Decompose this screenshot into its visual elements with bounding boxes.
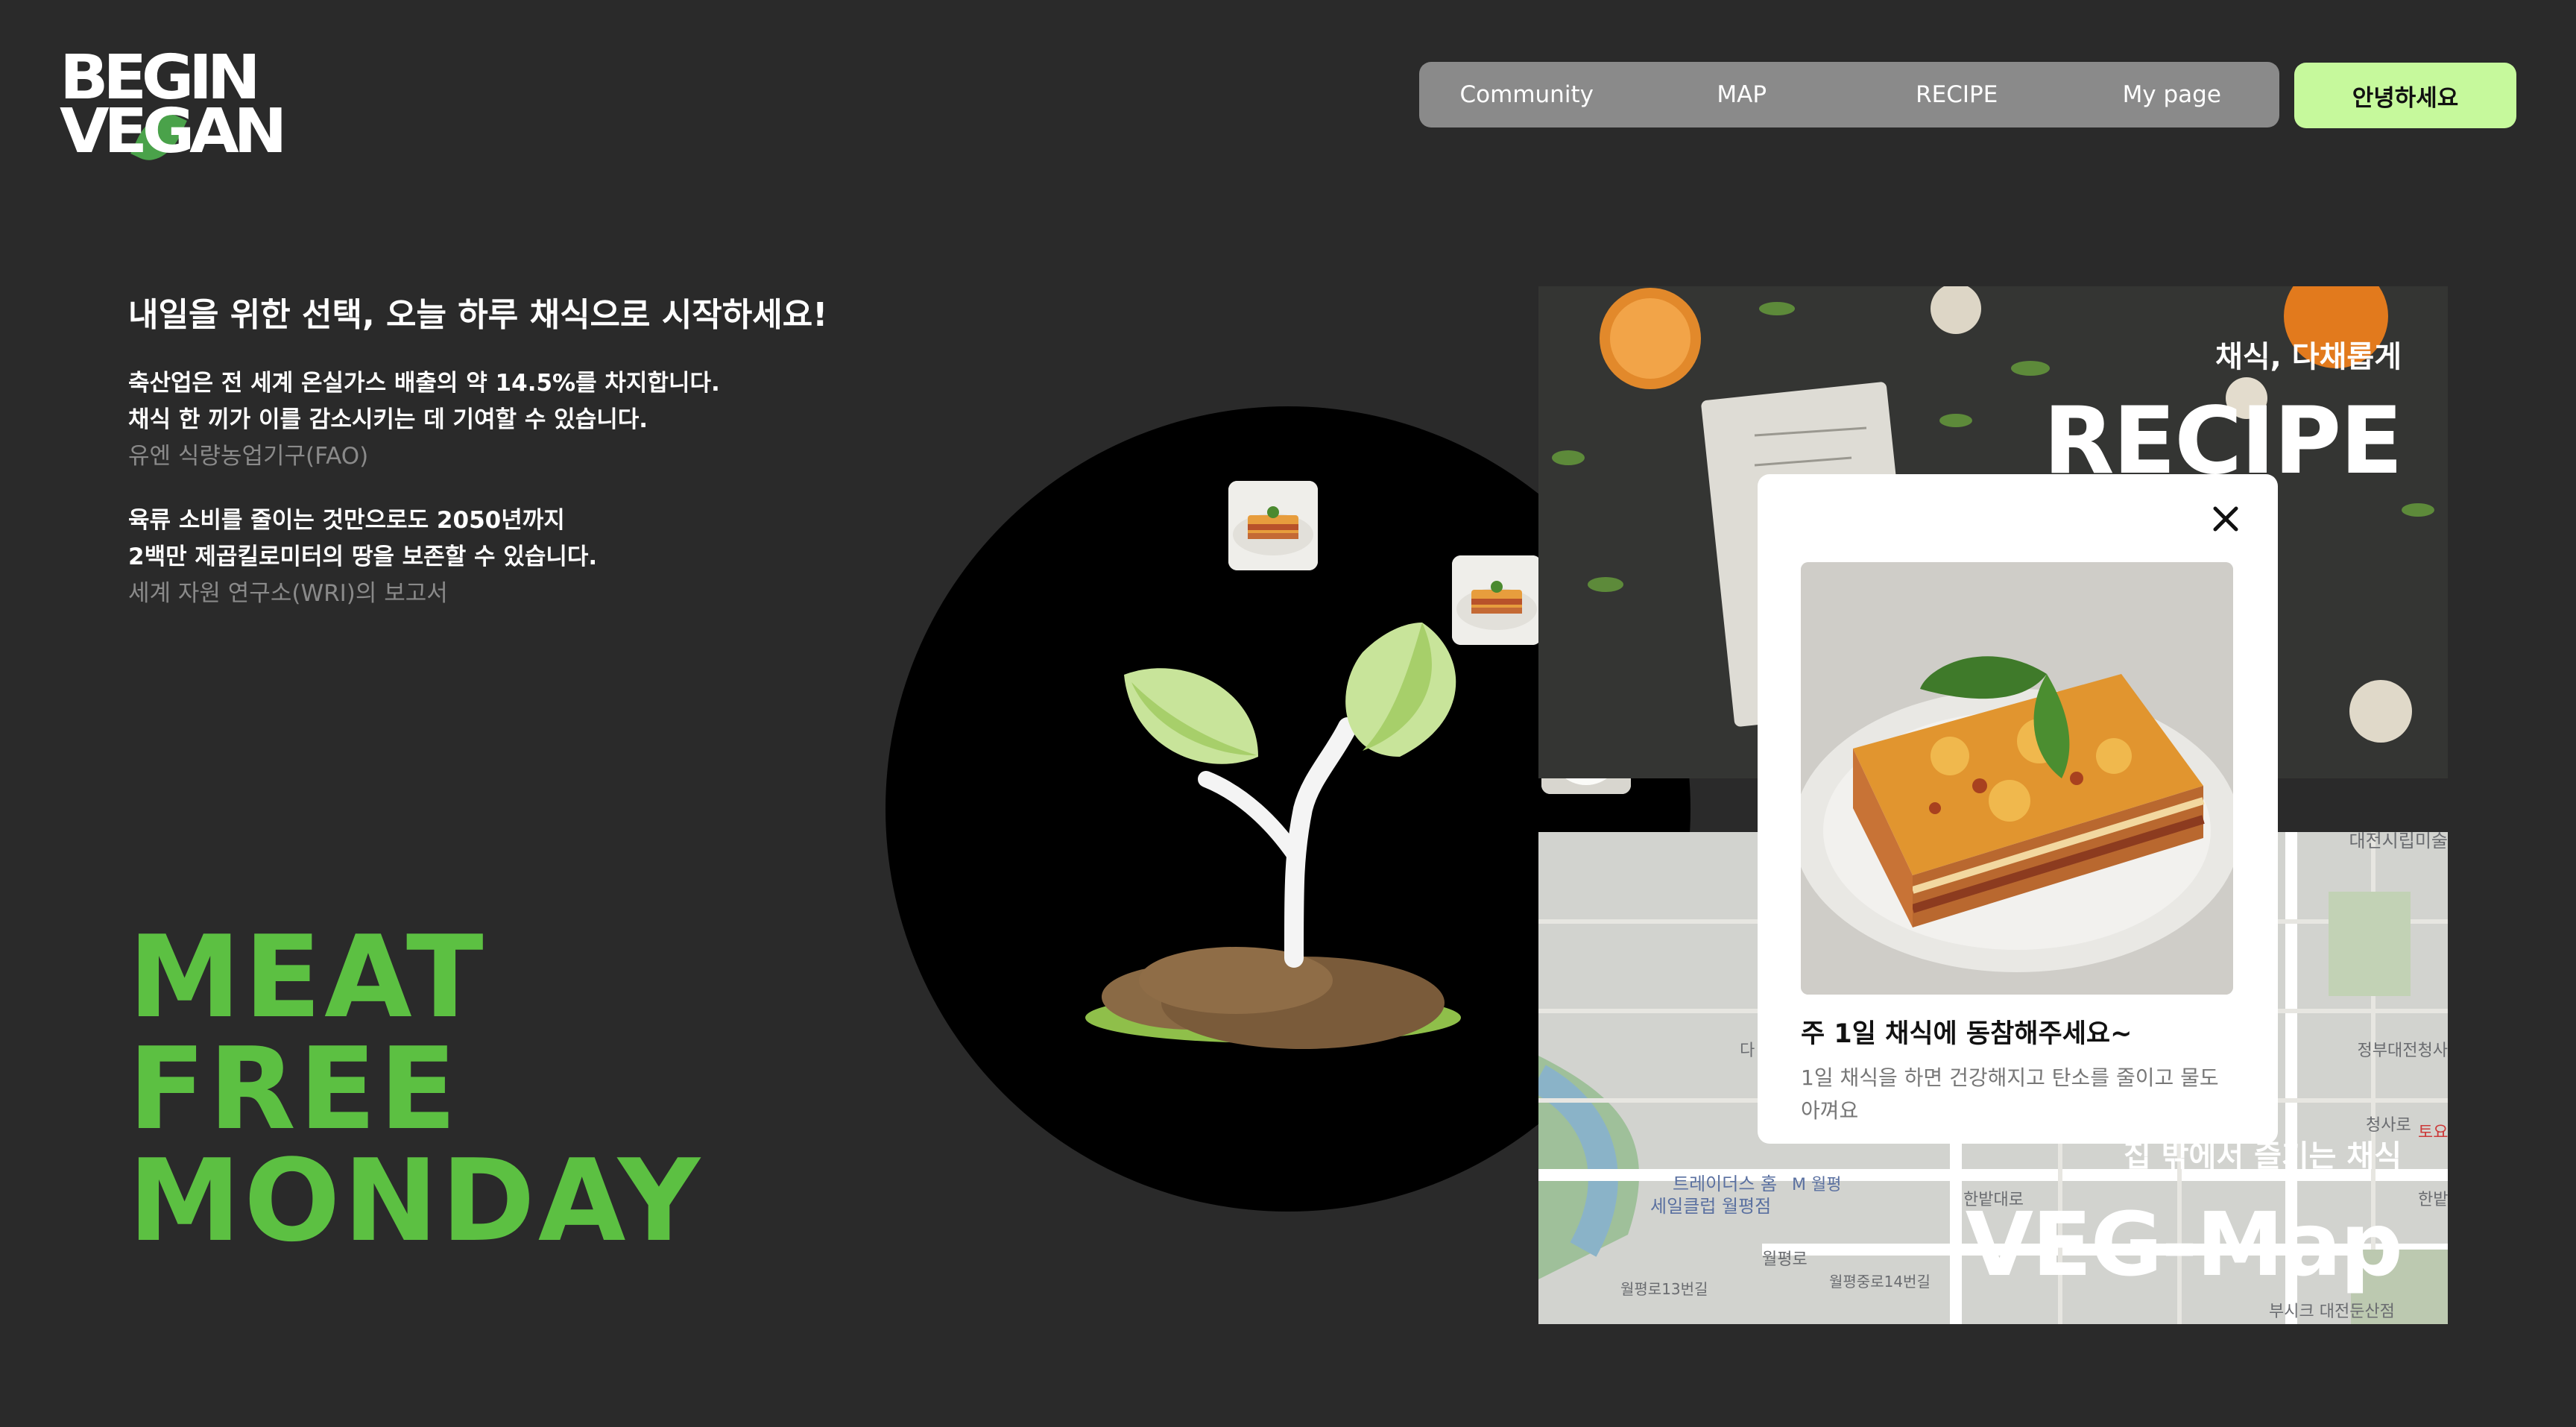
main-nav: Community MAP RECIPE My page (1419, 62, 2279, 127)
map-label: 대전시립미술 (2349, 832, 2448, 851)
map-label: 트레이더스 홈 (1673, 1174, 1777, 1194)
fact-source: 세계 자원 연구소(WRI)의 보고서 (128, 580, 448, 607)
logo-line-2: VEGAN (60, 96, 287, 167)
fact-block-fao: 축산업은 전 세계 온실가스 배출의 약 14.5%를 차지합니다. 채식 한 … (128, 365, 720, 475)
veg-map-title: VEG-Map (1965, 1193, 2403, 1296)
nav-item-my-page[interactable]: My page (2065, 81, 2280, 108)
popup-title: 주 1일 채식에 동참해주세요~ (1801, 1019, 2133, 1049)
fact-line: 2백만 제곱킬로미터의 땅을 보존할 수 있습니다. (128, 544, 598, 570)
slogan-word: MONDAY (128, 1135, 704, 1267)
map-label: 월평중로14번길 (1829, 1273, 1931, 1291)
nav-item-map[interactable]: MAP (1635, 81, 1850, 108)
fact-line: 축산업은 전 세계 온실가스 배출의 약 14.5%를 차지합니다. (128, 370, 720, 397)
close-icon[interactable] (2211, 504, 2241, 534)
map-label: 한밭 (2418, 1191, 2448, 1209)
recipe-subtitle: 채식, 다채롭게 (2215, 340, 2402, 374)
lasagna-thumbnail[interactable] (1452, 555, 1541, 645)
recipe-popup: 주 1일 채식에 동참해주세요~ 1일 채식을 하면 건강해지고 탄소를 줄이고… (1758, 474, 2278, 1144)
fact-block-wri: 육류 소비를 줄이는 것만으로도 2050년까지 2백만 제곱킬로미터의 땅을 … (128, 503, 597, 612)
popup-description: 1일 채식을 하면 건강해지고 탄소를 줄이고 물도 아껴요 (1801, 1065, 2219, 1123)
map-label: 다 (1740, 1042, 1755, 1060)
map-label: 토요 (2418, 1124, 2448, 1142)
map-label: 정부대전청사 (2358, 1042, 2448, 1060)
nav-item-recipe[interactable]: RECIPE (1849, 81, 2065, 108)
map-label: 부시크 대전둔산점 (2269, 1302, 2395, 1321)
slogan-word: MEAT (128, 911, 487, 1043)
map-label: 세일클럽 월평점 (1650, 1196, 1771, 1217)
slogan-word: FREE (128, 1023, 460, 1155)
fact-source: 유엔 식량농업기구(FAO) (128, 443, 369, 470)
map-label: 월평로13번길 (1620, 1280, 1708, 1298)
fact-line: 육류 소비를 줄이는 것만으로도 2050년까지 (128, 507, 565, 534)
fact-line: 채식 한 끼가 이를 감소시키는 데 기여할 수 있습니다. (128, 406, 648, 433)
map-label: M 월평 (1792, 1176, 1841, 1194)
lasagna-image (1801, 562, 2233, 995)
nav-item-community[interactable]: Community (1419, 81, 1635, 108)
map-label: 월평로 (1762, 1250, 1808, 1269)
greeting-button[interactable]: 안녕하세요 (2294, 63, 2516, 128)
slogan: MEAT FREE MONDAY (128, 911, 704, 1267)
lasagna-thumbnail[interactable] (1228, 481, 1318, 570)
logo[interactable]: BEGIN VEGAN (60, 48, 287, 170)
hero-headline: 내일을 위한 선택, 오늘 하루 채식으로 시작하세요! (128, 296, 828, 334)
